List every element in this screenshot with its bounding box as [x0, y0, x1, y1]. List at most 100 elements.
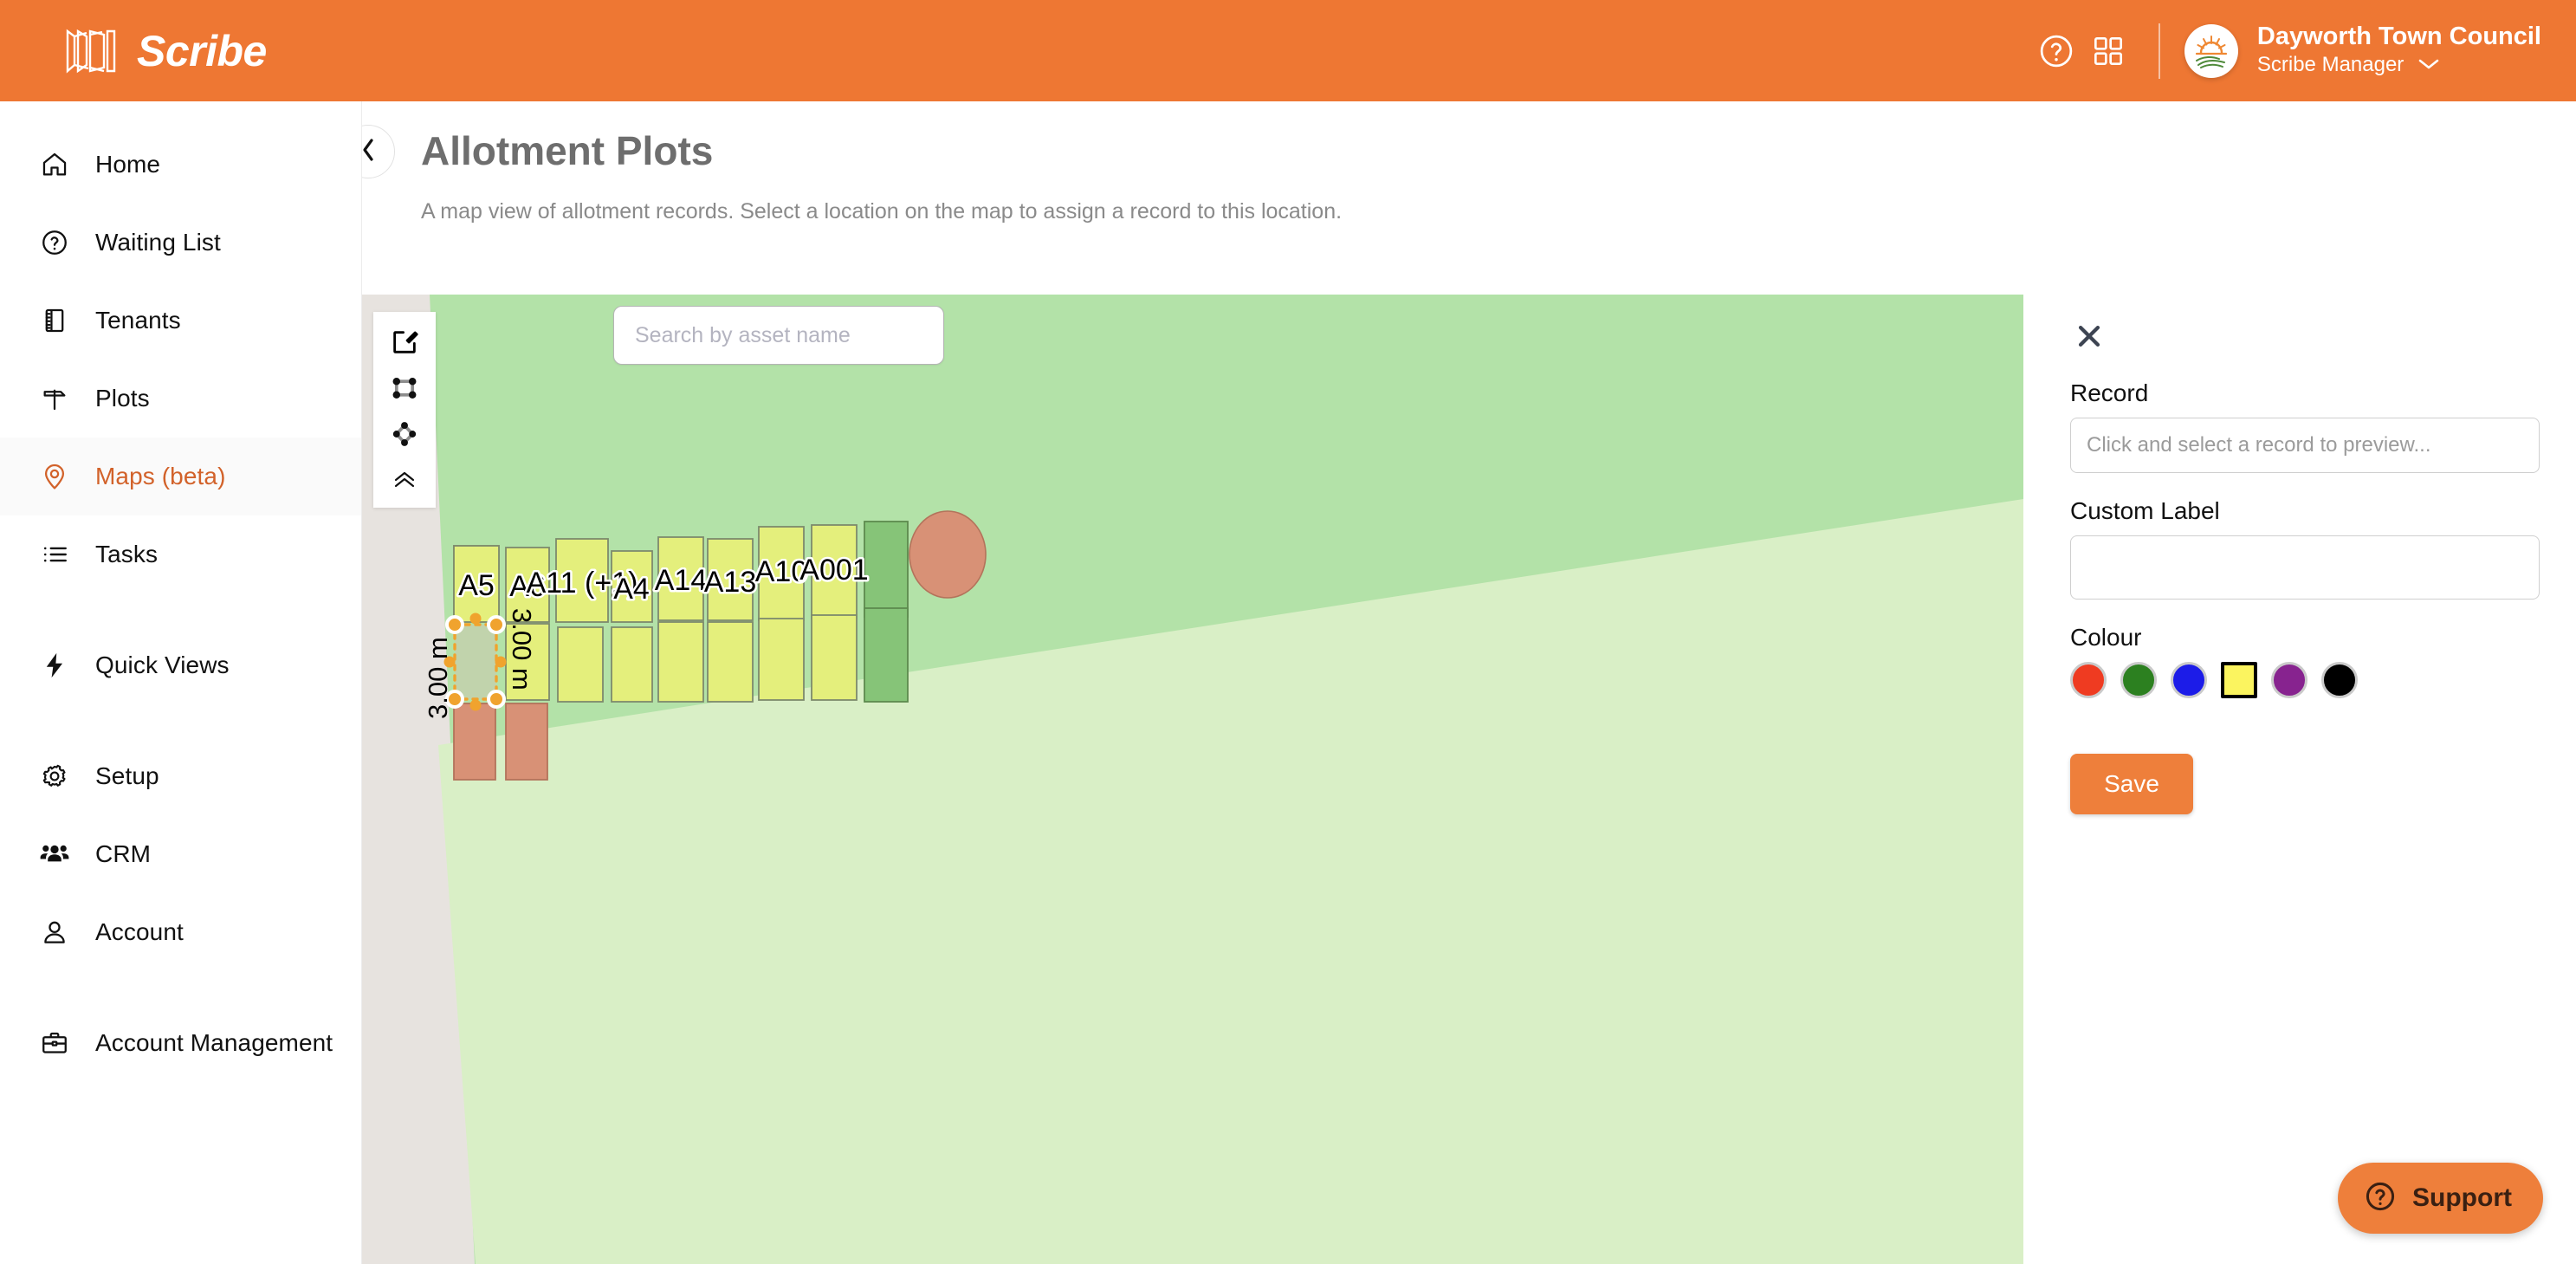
- sidebar-item-setup[interactable]: Setup: [0, 737, 361, 815]
- colour-swatch-group: [2070, 662, 2529, 698]
- plot-label: A13: [704, 566, 757, 599]
- role-name: Scribe Manager: [2256, 52, 2404, 76]
- plot-label: A4: [613, 573, 650, 606]
- support-label: Support: [2412, 1183, 2512, 1212]
- top-bar-divider: [2158, 23, 2160, 79]
- sidebar-item-label: Tasks: [95, 541, 159, 567]
- sidebar-item-quick-views[interactable]: Quick Views: [0, 626, 361, 704]
- sunrise-field-logo-icon[interactable]: [2184, 23, 2238, 78]
- colour-swatch-yellow[interactable]: [2221, 662, 2257, 698]
- sidebar-item-label: Plots: [95, 385, 150, 412]
- plot-rect-salmon-1: [453, 703, 496, 781]
- vertex-handle: [487, 615, 506, 634]
- sidebar-item-label: Account Management: [95, 1029, 333, 1056]
- midpoint-handle: [495, 656, 507, 668]
- sidebar-item-account[interactable]: Account: [0, 893, 361, 971]
- save-button[interactable]: Save: [2070, 754, 2193, 814]
- sidebar-divider-gap-3: [0, 971, 361, 1004]
- sidebar-item-label: Setup: [95, 762, 159, 789]
- account-menu[interactable]: Dayworth Town Council Scribe Manager: [2257, 23, 2541, 80]
- sidebar-item-maps[interactable]: Maps (beta): [0, 438, 361, 515]
- edit-square-pencil-icon[interactable]: [373, 319, 436, 365]
- lightning-bolt-icon: [36, 647, 73, 684]
- notebook-icon: [36, 302, 73, 339]
- brand-name: Scribe: [137, 26, 267, 75]
- people-group-icon: [36, 836, 73, 872]
- help-circle-icon[interactable]: [2030, 25, 2082, 77]
- page-title: Allotment Plots: [421, 128, 714, 173]
- sidebar-item-label: Waiting List: [95, 229, 221, 256]
- sidebar-item-crm[interactable]: CRM: [0, 815, 361, 893]
- rectangle-vertices-icon[interactable]: [373, 365, 436, 411]
- support-button[interactable]: Support: [2338, 1163, 2543, 1234]
- colour-swatch-black[interactable]: [2321, 662, 2358, 698]
- signpost-icon: [36, 380, 73, 417]
- sidebar-item-label: Tenants: [95, 307, 181, 334]
- plot-rect-salmon-2: [505, 703, 548, 781]
- plot-rect-r2-6: [707, 621, 754, 703]
- briefcase-icon: [36, 1025, 73, 1061]
- chevron-double-up-icon[interactable]: [373, 457, 436, 502]
- midpoint-handle: [469, 613, 482, 625]
- colour-swatch-blue[interactable]: [2171, 662, 2207, 698]
- sidebar-item-label: Maps (beta): [95, 463, 226, 489]
- custom-label-input[interactable]: [2070, 535, 2540, 600]
- plot-shapes-top-row-green: [864, 521, 909, 618]
- midpoint-handle: [469, 699, 482, 711]
- list-icon: [36, 536, 73, 573]
- scribe-book-logo-icon: [62, 24, 120, 78]
- record-detail-panel: Record Custom Label Colour Save: [2023, 295, 2576, 1264]
- colour-swatch-red[interactable]: [2070, 662, 2107, 698]
- sidebar-item-label: Quick Views: [95, 651, 230, 678]
- custom-label-field-label: Custom Label: [2070, 497, 2220, 524]
- top-bar-right: Dayworth Town Council Scribe Manager: [2030, 0, 2541, 101]
- org-name: Dayworth Town Council: [2256, 22, 2541, 50]
- record-input[interactable]: [2070, 418, 2540, 473]
- sidebar-item-home[interactable]: Home: [0, 126, 361, 204]
- sidebar: Home Waiting List Tenants Plots Maps (be…: [0, 101, 362, 1264]
- close-x-icon: [2074, 321, 2104, 355]
- page-subtitle: A map view of allotment records. Select …: [421, 199, 1343, 224]
- sidebar-item-tasks[interactable]: Tasks: [0, 515, 361, 593]
- plot-shapes-second-row: [505, 614, 858, 703]
- role-row: Scribe Manager: [2257, 51, 2541, 79]
- sidebar-divider-gap-2: [0, 704, 361, 737]
- grid-apps-icon[interactable]: [2082, 25, 2134, 77]
- vertex-handle: [487, 690, 506, 709]
- dimension-label-left: 3.00 m: [423, 637, 453, 719]
- brand-logo[interactable]: Scribe: [62, 24, 267, 78]
- map-pin-icon: [36, 458, 73, 495]
- vertex-handle: [445, 615, 464, 634]
- sidebar-item-label: Home: [95, 151, 161, 178]
- map-vector-layer: A5 A6 A11 (+1) A4 A14 A13 A10 A001 3.00 …: [423, 295, 2023, 1264]
- selected-plot-fill: [455, 625, 496, 699]
- plot-rect-green-second: [864, 607, 909, 703]
- colour-swatch-purple[interactable]: [2271, 662, 2307, 698]
- chevron-down-icon[interactable]: [2417, 51, 2440, 79]
- home-icon: [36, 146, 73, 183]
- colour-swatch-green[interactable]: [2120, 662, 2157, 698]
- question-circle-icon: [2364, 1180, 2397, 1217]
- map-canvas[interactable]: A5 A6 A11 (+1) A4 A14 A13 A10 A001 3.00 …: [362, 295, 2023, 1264]
- plot-rect-r2-3: [557, 626, 604, 703]
- record-field-label: Record: [2070, 379, 2149, 406]
- search-input[interactable]: [613, 306, 944, 365]
- plot-label: A5: [458, 569, 495, 602]
- plot-rect-r2-7: [758, 618, 805, 701]
- top-bar: Scribe Dayworth Town Council Scribe Mana…: [0, 0, 2576, 101]
- sidebar-item-tenants[interactable]: Tenants: [0, 282, 361, 360]
- map-draw-toolbar: [373, 312, 436, 508]
- gear-icon: [36, 758, 73, 794]
- sidebar-item-label: Account: [95, 918, 184, 945]
- polygon-vertices-icon[interactable]: [373, 411, 436, 457]
- sidebar-item-plots[interactable]: Plots: [0, 360, 361, 438]
- question-circle-icon: [36, 224, 73, 261]
- plot-rect-green-top: [864, 521, 909, 618]
- close-panel-button[interactable]: [2070, 319, 2108, 357]
- person-icon: [36, 914, 73, 950]
- plot-rect-r2-5: [657, 621, 704, 703]
- sidebar-item-account-management[interactable]: Account Management: [0, 1004, 361, 1082]
- sidebar-item-waiting-list[interactable]: Waiting List: [0, 204, 361, 282]
- sidebar-divider-gap: [0, 593, 361, 626]
- plot-rect-r2-4: [611, 626, 653, 703]
